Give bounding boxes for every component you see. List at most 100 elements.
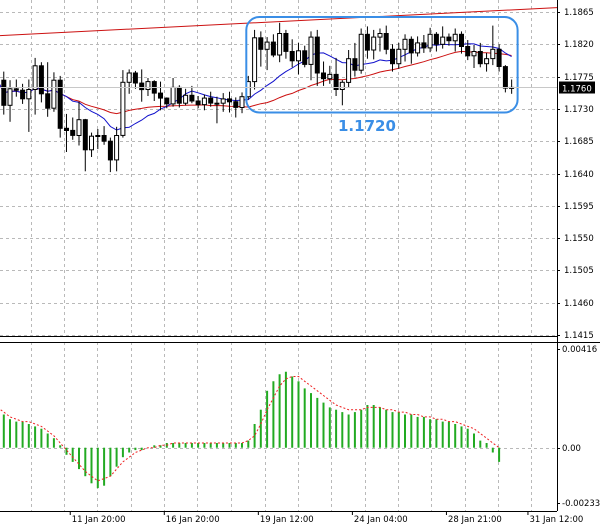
candle-body-bullish: [114, 135, 120, 161]
candle-body-bullish: [346, 58, 352, 83]
candle-body-bullish: [402, 38, 408, 50]
candle-body-bearish: [64, 127, 69, 132]
candle-body-bullish: [170, 86, 176, 105]
price-tick-label: 1.1460: [564, 299, 594, 309]
price-tick-label: 1.1730: [564, 105, 594, 115]
candle-body-bearish: [139, 82, 145, 91]
candle-body-bullish: [490, 48, 496, 60]
candle: [252, 29, 258, 90]
candle-body-bullish: [145, 81, 151, 90]
candle-body-bearish: [208, 97, 214, 104]
price-tick-label: 1.1865: [564, 8, 594, 18]
osc-tick-label: 0.00: [562, 444, 581, 454]
price-tick-label: 1.1820: [564, 40, 594, 50]
candle-body-bullish: [201, 97, 207, 106]
candle-body-bullish: [76, 119, 82, 136]
candle-body-bearish: [132, 72, 138, 84]
candle-body-bullish: [308, 36, 314, 65]
candle-body-bullish: [264, 41, 270, 50]
candle-body-bearish: [321, 72, 326, 80]
candle-body-bullish: [252, 37, 258, 83]
candle-body-bearish: [107, 140, 113, 161]
price-tick-label: 1.1505: [564, 266, 594, 276]
candle-body-bearish: [20, 89, 26, 100]
candle-body-bearish: [383, 33, 389, 50]
candle-body-bearish: [227, 98, 232, 103]
candle-body-bullish: [7, 88, 13, 106]
candle-body-bearish: [421, 42, 427, 49]
candle-body-bullish: [26, 89, 32, 100]
candle-body-bearish: [302, 50, 308, 65]
candle-body-bearish: [164, 97, 170, 105]
candle-body-bearish: [101, 135, 107, 142]
candle-body-bearish: [258, 37, 264, 50]
candle-body-bullish: [339, 81, 345, 91]
price-tick-label: 1.1595: [564, 202, 594, 212]
candle-body-bearish: [38, 65, 44, 95]
candle-body-bullish: [89, 135, 94, 151]
candle-body-bearish: [459, 33, 464, 47]
candle-body-bullish: [220, 98, 226, 104]
candle-body-bullish: [126, 72, 132, 83]
candle: [502, 65, 508, 93]
candle-body-bearish: [433, 33, 439, 45]
time-tick-label: 31 Jan 12:00: [529, 515, 583, 525]
time-tick-label: 19 Jan 12:00: [260, 515, 314, 525]
candle-body-bearish: [189, 94, 195, 102]
candle-body-bearish: [70, 129, 76, 136]
candle-body-bullish: [120, 81, 126, 136]
candle-body-bearish: [45, 93, 51, 109]
candle-body-bearish: [408, 38, 414, 54]
time-tick-label: 16 Jan 20:00: [166, 515, 220, 525]
candle-body-bullish: [427, 33, 433, 49]
candle-body-bullish: [277, 33, 283, 56]
candle-body-bearish: [289, 51, 295, 62]
candle-body-bearish: [496, 48, 502, 67]
candle-body-bullish: [484, 58, 490, 65]
candle-body-bearish: [13, 88, 19, 91]
forex-chart: 1.1720 1.1760 1.1865 1.1820 1.1775 1.1730 1.…: [0, 0, 600, 528]
candle-body-bullish: [440, 36, 446, 45]
candle-body-bearish: [446, 36, 452, 42]
candle-body-bullish: [95, 135, 101, 137]
candle-body-bearish: [1, 79, 7, 106]
candle-body-bearish: [364, 33, 370, 51]
candle-body-bullish: [239, 96, 245, 108]
candle-body-bearish: [314, 36, 320, 74]
candle-body-bullish: [296, 50, 301, 62]
candle-body-bearish: [352, 58, 358, 71]
candle-body-bullish: [371, 36, 377, 51]
candle-body-bullish: [183, 94, 189, 104]
candle-body-bearish: [270, 41, 276, 56]
price-tick-label: 1.1640: [564, 170, 594, 180]
price-tick-label: 1.1775: [564, 73, 594, 83]
candle-body-bearish: [465, 46, 471, 57]
price-tick-label: 1.1550: [564, 234, 594, 244]
osc-tick-label: 0.00416: [562, 345, 597, 355]
candle-body-bearish: [502, 66, 508, 89]
time-tick-label: 11 Jan 20:00: [72, 515, 126, 525]
candle-body-bearish: [283, 33, 289, 52]
time-tick-label: 28 Jan 21:00: [448, 515, 502, 525]
candle-body-bullish: [377, 33, 383, 38]
candle-body-bullish: [32, 65, 38, 91]
candle-body-bullish: [471, 51, 477, 57]
osc-tick-label: -0.00233: [562, 499, 600, 509]
candle-body-bearish: [390, 48, 395, 65]
candle-body-bullish: [396, 48, 402, 65]
candle-body-bearish: [477, 51, 483, 65]
candle-body-bearish: [176, 86, 182, 104]
annotation-price-label: 1.1720: [338, 117, 396, 135]
candle-body-bullish: [214, 102, 220, 105]
candle-body-bullish: [358, 33, 364, 71]
candle: [57, 75, 63, 138]
candle-body-bullish: [452, 33, 458, 42]
candle-body-bearish: [195, 100, 201, 106]
price-tick-label: 1.1415: [564, 331, 594, 341]
time-tick-label: 24 Jan 04:00: [354, 515, 408, 525]
current-price-text: 1.1760: [562, 85, 592, 95]
price-tick-label: 1.1685: [564, 137, 594, 147]
candle-body-bullish: [327, 73, 333, 80]
candle-body-bullish: [415, 42, 421, 54]
candle-body-bearish: [158, 92, 163, 99]
